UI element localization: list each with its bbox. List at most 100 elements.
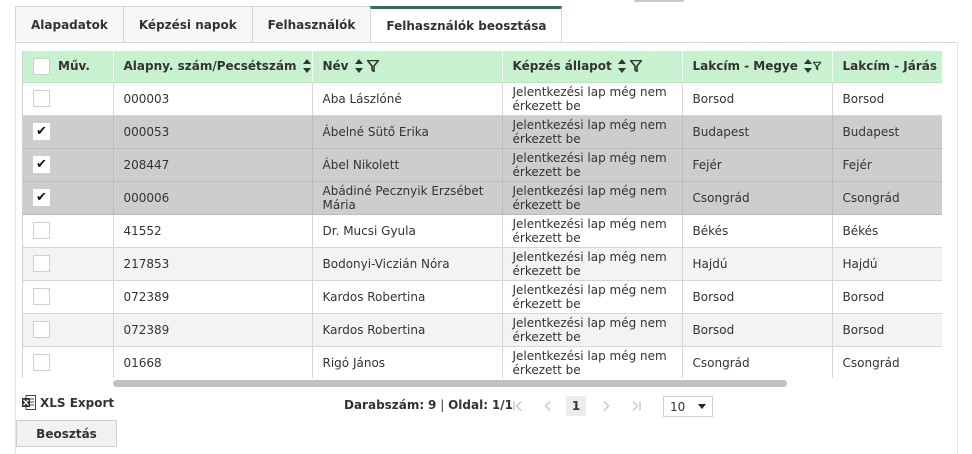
cell-name: Kardos Robertina: [312, 313, 503, 347]
row-actions-cell: ✔: [23, 148, 114, 182]
cell-county: Fejér: [682, 148, 833, 182]
tab-kepzesi-napok[interactable]: Képzési napok: [122, 6, 252, 43]
cell-name: Dr. Mucsi Gyula: [312, 214, 503, 248]
row-actions-cell: [23, 82, 114, 116]
col-header-county[interactable]: Lakcím - Megye: [682, 51, 833, 83]
pagination: 1: [506, 396, 654, 416]
table-header-row: Műv. Alapny. szám/Pecsétszám Név Képzés …: [23, 51, 942, 83]
row-checkbox[interactable]: [33, 255, 50, 272]
cell-district: Csongrád: [832, 346, 942, 378]
row-checkbox[interactable]: [33, 321, 50, 338]
next-page-button[interactable]: [594, 396, 618, 416]
page-label: Oldal:: [448, 398, 489, 412]
table-row[interactable]: 072389 Kardos Robertina Jelentkezési lap…: [23, 313, 942, 347]
tab-felhasznalok-beosztasa[interactable]: Felhasználók beosztása: [370, 6, 563, 43]
assign-button[interactable]: Beosztás: [16, 420, 117, 447]
table-row[interactable]: ✔ 000053 Ábelné Sütő Erika Jelentkezési …: [23, 115, 942, 149]
cell-county: Csongrád: [682, 181, 833, 215]
cell-name: Bodonyi-Viczián Nóra: [312, 247, 503, 281]
cell-id: 072389: [113, 280, 313, 314]
cell-name: Ábelné Sütő Erika: [312, 115, 503, 149]
row-checkbox[interactable]: [33, 288, 50, 305]
checkmark-icon: ✔: [36, 124, 47, 139]
row-checkbox[interactable]: [33, 90, 50, 107]
cell-district: Borsod: [832, 313, 942, 347]
top-toolbar-stub: [634, 0, 684, 2]
cell-district: Békés: [832, 214, 942, 248]
horizontal-scrollbar[interactable]: [113, 380, 787, 387]
prev-page-button[interactable]: [536, 396, 560, 416]
col-header-status[interactable]: Képzés állapot: [502, 51, 683, 83]
cell-county: Békés: [682, 214, 833, 248]
cell-id: 41552: [113, 214, 313, 248]
table-row[interactable]: ✔ 000006 Abádiné Pecznyik Erzsébet Mária…: [23, 181, 942, 215]
table-row[interactable]: ✔ 208447 Ábel Nikolett Jelentkezési lap …: [23, 148, 942, 182]
cell-id: 000006: [113, 181, 313, 215]
cell-county: Borsod: [682, 82, 833, 116]
first-page-icon: [513, 400, 522, 412]
users-grid: Műv. Alapny. szám/Pecsétszám Név Képzés …: [22, 51, 942, 378]
cell-name: Ábel Nikolett: [312, 148, 503, 182]
cell-district: Fejér: [832, 148, 942, 182]
col-header-label: Lakcím - Járás: [842, 59, 938, 74]
tab-alapadatok[interactable]: Alapadatok: [15, 6, 123, 43]
table-row[interactable]: 000003 Aba Lászlóné Jelentkezési lap még…: [23, 82, 942, 116]
filter-icon[interactable]: [629, 60, 642, 73]
last-page-button[interactable]: [624, 396, 648, 416]
col-header-name[interactable]: Név: [312, 51, 503, 83]
col-header-actions: Műv.: [23, 51, 114, 83]
page-size-select[interactable]: 10: [663, 396, 713, 417]
table-row[interactable]: 01668 Rigó János Jelentkezési lap még ne…: [23, 346, 942, 378]
col-header-label: Képzés állapot: [512, 59, 612, 74]
cell-id: 208447: [113, 148, 313, 182]
page-number-button[interactable]: 1: [566, 396, 586, 416]
row-actions-cell: [23, 313, 114, 347]
cell-id: 217853: [113, 247, 313, 281]
row-checkbox[interactable]: ✔: [33, 156, 50, 173]
cell-id: 000003: [113, 82, 313, 116]
cell-county: Hajdú: [682, 247, 833, 281]
tab-felhasznalok[interactable]: Felhasználók: [251, 6, 371, 43]
cell-status: Jelentkezési lap még nem érkezett be: [502, 280, 683, 314]
table-row[interactable]: 217853 Bodonyi-Viczián Nóra Jelentkezési…: [23, 247, 942, 281]
row-checkbox[interactable]: [33, 222, 50, 239]
count-value: 9: [428, 398, 437, 412]
first-page-button[interactable]: [506, 396, 530, 416]
row-actions-cell: [23, 214, 114, 248]
cell-status: Jelentkezési lap még nem érkezett be: [502, 148, 683, 182]
count-label: Darabszám:: [344, 398, 425, 412]
col-header-id[interactable]: Alapny. szám/Pecsétszám: [113, 51, 313, 83]
table-row[interactable]: 41552 Dr. Mucsi Gyula Jelentkezési lap m…: [23, 214, 942, 248]
col-header-district[interactable]: Lakcím - Járás: [832, 51, 942, 83]
cell-status: Jelentkezési lap még nem érkezett be: [502, 82, 683, 116]
row-actions-cell: ✔: [23, 181, 114, 215]
col-header-label: Műv.: [58, 59, 90, 74]
row-checkbox[interactable]: ✔: [33, 123, 50, 140]
cell-status: Jelentkezési lap még nem érkezett be: [502, 181, 683, 215]
cell-id: 072389: [113, 313, 313, 347]
checkmark-icon: ✔: [36, 157, 47, 172]
cell-name: Kardos Robertina: [312, 280, 503, 314]
row-checkbox[interactable]: ✔: [33, 189, 50, 206]
filter-icon[interactable]: [813, 60, 822, 72]
xls-export-link[interactable]: XLS Export: [22, 395, 114, 410]
tab-bar: Alapadatok Képzési napok Felhasználók Fe…: [15, 6, 563, 43]
row-actions-cell: ✔: [23, 115, 114, 149]
cell-county: Borsod: [682, 313, 833, 347]
row-checkbox[interactable]: [33, 354, 50, 371]
sort-icon[interactable]: [803, 59, 813, 74]
excel-file-icon: [22, 395, 36, 410]
cell-county: Csongrád: [682, 346, 833, 378]
table-row[interactable]: 072389 Kardos Robertina Jelentkezési lap…: [23, 280, 942, 314]
filter-icon[interactable]: [366, 60, 379, 73]
sort-icon[interactable]: [617, 59, 626, 74]
row-actions-cell: [23, 346, 114, 378]
pager-separator: |: [440, 398, 445, 412]
cell-district: Borsod: [832, 280, 942, 314]
select-all-checkbox[interactable]: [33, 57, 50, 75]
sort-icon[interactable]: [354, 59, 363, 74]
xls-export-label: XLS Export: [40, 395, 115, 410]
row-actions-cell: [23, 247, 114, 281]
cell-id: 000053: [113, 115, 313, 149]
cell-status: Jelentkezési lap még nem érkezett be: [502, 247, 683, 281]
